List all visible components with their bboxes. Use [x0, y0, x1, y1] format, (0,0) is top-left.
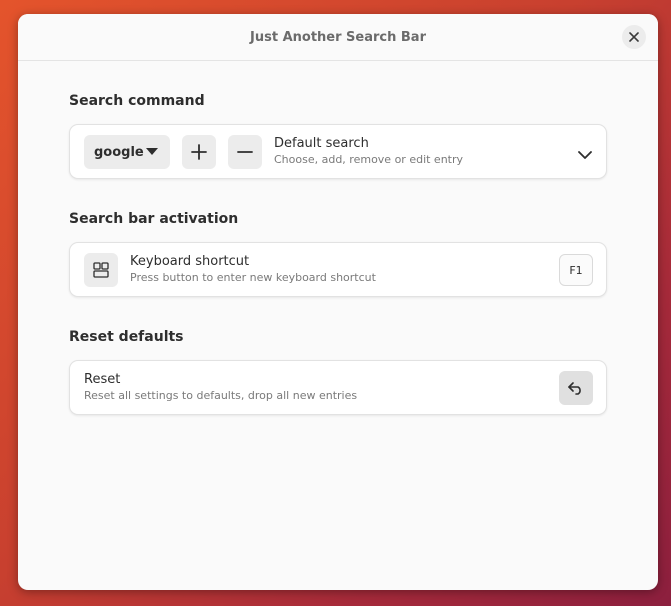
search-command-card: google Default search Choose, add, remov… — [69, 124, 607, 179]
minus-icon — [237, 151, 253, 153]
reset-title: Reset — [84, 372, 121, 387]
default-search-title: Default search — [274, 136, 369, 151]
plus-icon — [191, 144, 207, 160]
close-button[interactable] — [622, 25, 646, 49]
remove-entry-button[interactable] — [228, 135, 262, 169]
shortcut-icon-tile — [84, 253, 118, 287]
default-search-subtitle: Choose, add, remove or edit entry — [274, 153, 464, 166]
search-engine-dropdown[interactable]: google — [84, 135, 170, 169]
chevron-down-icon — [578, 151, 592, 159]
reset-card: Reset Reset all settings to defaults, dr… — [69, 360, 607, 415]
reset-row: Reset Reset all settings to defaults, dr… — [70, 361, 606, 414]
section-title-search-command: Search command — [69, 93, 205, 109]
keyboard-shortcut-subtitle: Press button to enter new keyboard short… — [130, 271, 376, 284]
reset-subtitle: Reset all settings to defaults, drop all… — [84, 389, 358, 402]
reset-button[interactable] — [559, 371, 593, 405]
add-entry-button[interactable] — [182, 135, 216, 169]
close-icon — [629, 32, 639, 42]
keyboard-shortcut-row: Keyboard shortcut Press button to enter … — [70, 243, 606, 296]
section-title-activation: Search bar activation — [69, 211, 239, 227]
expand-button[interactable] — [578, 145, 592, 164]
shortcut-key-button[interactable]: F1 — [559, 254, 593, 286]
title-bar: Just Another Search Bar — [18, 14, 658, 61]
default-search-row: google Default search Choose, add, remov… — [70, 125, 606, 178]
search-engine-dropdown-label: google — [94, 144, 144, 160]
keyboard-shortcut-icon — [93, 262, 109, 278]
keyboard-shortcut-title: Keyboard shortcut — [130, 254, 250, 269]
chevron-down-icon — [146, 148, 158, 155]
preferences-window: Just Another Search Bar Search command g… — [18, 14, 658, 590]
undo-icon — [568, 382, 581, 395]
window-title: Just Another Search Bar — [250, 29, 426, 45]
section-title-reset: Reset defaults — [69, 329, 184, 345]
activation-card: Keyboard shortcut Press button to enter … — [69, 242, 607, 297]
